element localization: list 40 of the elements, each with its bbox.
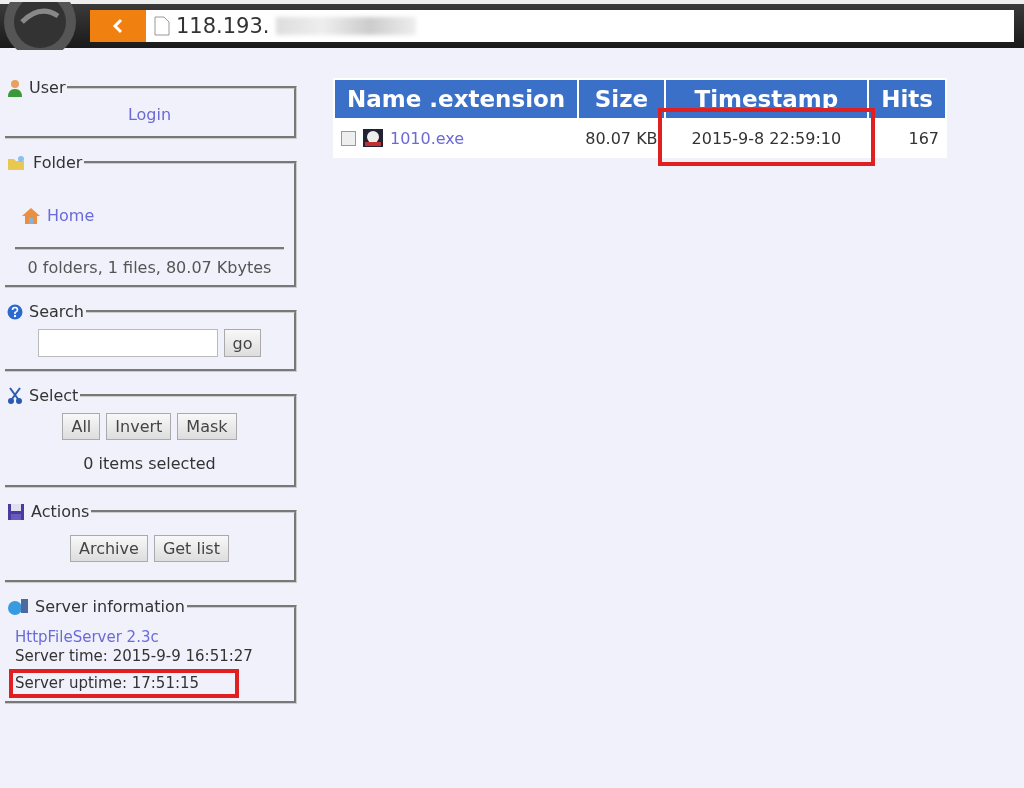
chevron-left-icon [112, 18, 124, 34]
column-header[interactable]: Name .extension [335, 80, 578, 118]
select-button[interactable]: All [62, 413, 101, 440]
panel-title: Server information [35, 597, 185, 616]
address-bar[interactable]: 118.193. [146, 10, 1014, 42]
panel-title: Select [29, 386, 79, 405]
panel-title: Folder [33, 153, 83, 172]
back-button[interactable] [90, 10, 146, 42]
column-header[interactable]: Hits [869, 80, 945, 118]
server-info-text: Server uptime: 17:51:15 [15, 674, 200, 692]
action-button[interactable]: Get list [153, 535, 229, 562]
panel-title: Actions [31, 502, 90, 521]
home-link[interactable]: Home [47, 206, 95, 225]
program-icon [362, 128, 384, 148]
go-button[interactable]: go [223, 329, 262, 357]
hits-cell-text: 167 [907, 127, 940, 150]
help-icon [7, 303, 23, 320]
search-field[interactable] [37, 329, 218, 357]
scissors-icon [7, 386, 23, 405]
row-checkbox[interactable] [341, 130, 356, 146]
selection-count: 0 items selected [83, 454, 216, 473]
timestamp-cell: 2015-9-8 22:59:10 [691, 128, 842, 148]
file-link[interactable]: 1010.exe [390, 128, 465, 148]
panel-title: User [29, 78, 66, 97]
login-link[interactable]: Login [127, 105, 172, 124]
size-cell-text: 80.07 KB [584, 127, 659, 150]
select-button[interactable]: Mask [177, 413, 237, 440]
folder-summary: 0 folders, 1 files, 80.07 Kbytes [15, 247, 284, 277]
folder-icon [7, 154, 27, 171]
action-button[interactable]: Archive [70, 535, 148, 562]
user-icon [7, 78, 23, 97]
server-version-link[interactable]: HttpFileServer 2.3c [15, 628, 159, 646]
column-header[interactable]: Size [579, 80, 664, 118]
address-text: 118.193. [176, 14, 270, 38]
home-icon [21, 206, 41, 225]
server-info-text: Server time: 2015-9-9 16:51:27 [15, 647, 253, 665]
panel-title: Search [29, 302, 84, 321]
select-button[interactable]: Invert [106, 413, 172, 440]
globe-server-icon [7, 597, 29, 616]
page-icon [154, 16, 170, 36]
